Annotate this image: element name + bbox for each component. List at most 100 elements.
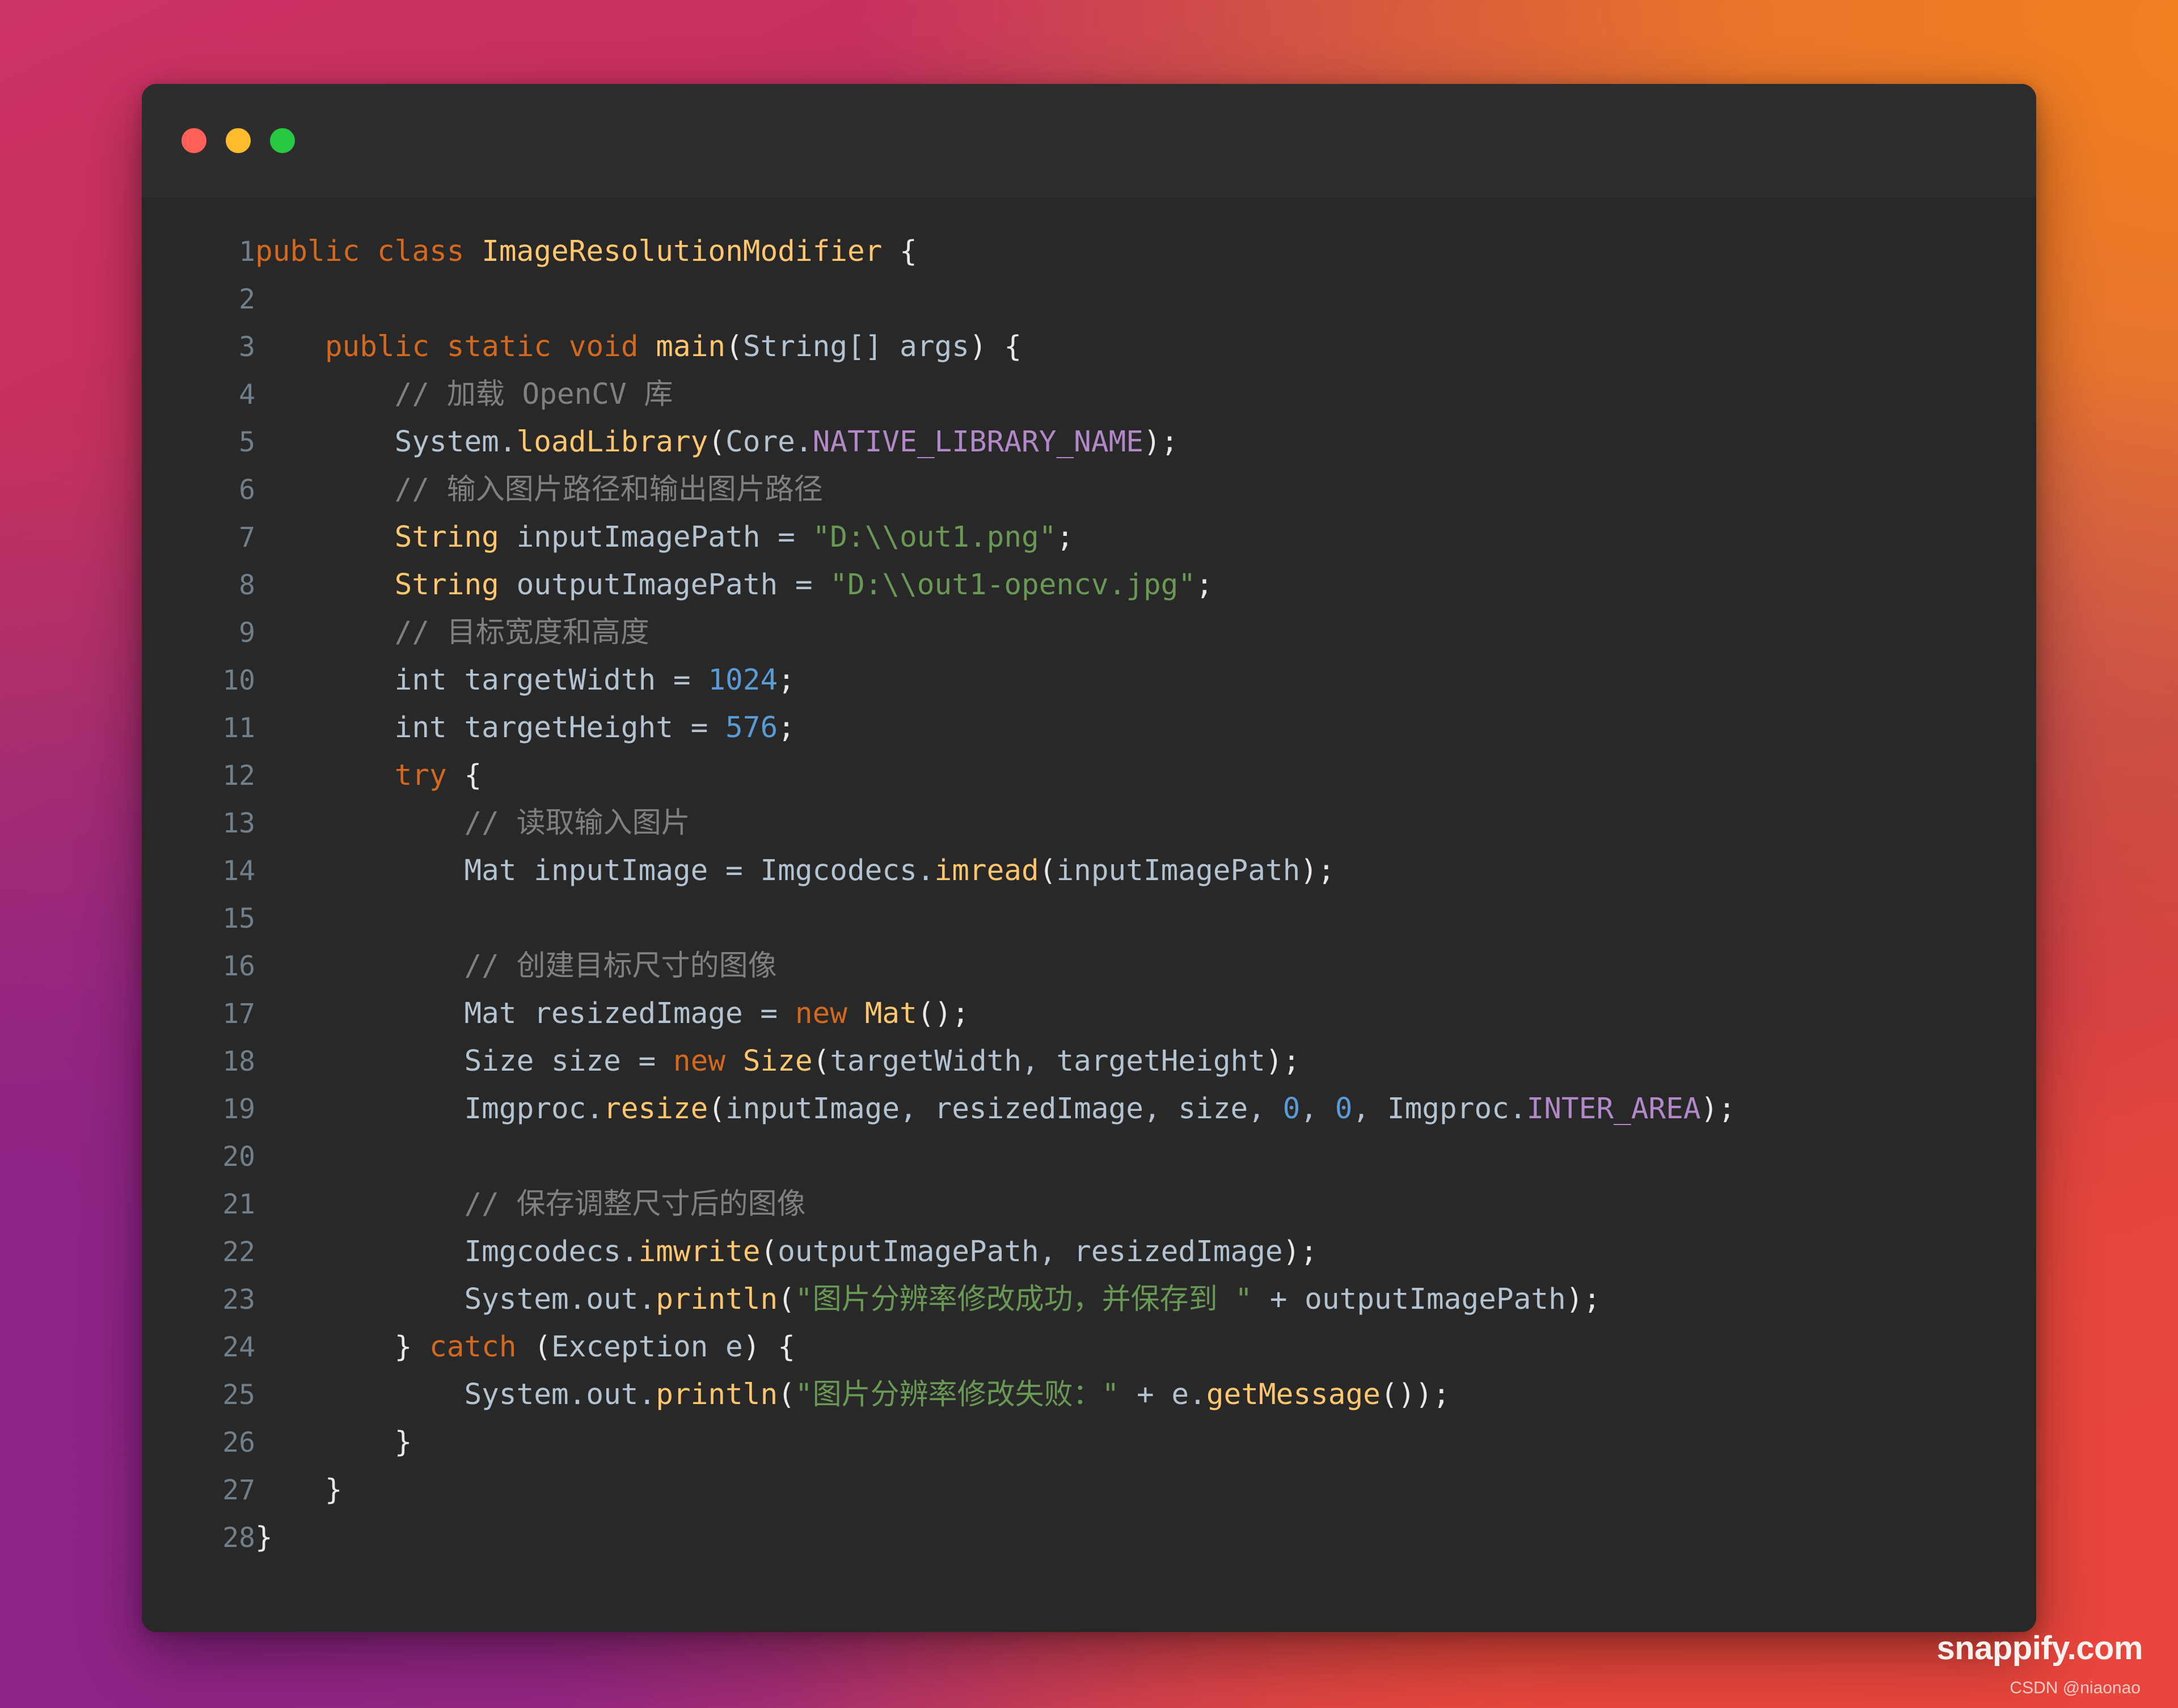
code-line-content[interactable]: // 输入图片路径和输出图片路径 bbox=[255, 466, 2036, 514]
code-line-content[interactable]: String outputImagePath = "D:\\out1-openc… bbox=[255, 561, 2036, 609]
code-line: 15 bbox=[142, 895, 2036, 942]
token-kw: catch bbox=[429, 1330, 517, 1364]
line-number: 27 bbox=[222, 1474, 255, 1506]
token-pun: ; bbox=[778, 663, 795, 697]
token-kw: public bbox=[324, 330, 430, 363]
maximize-button-icon[interactable] bbox=[270, 128, 295, 153]
token-pun: ); bbox=[1282, 1235, 1318, 1269]
line-number: 2 bbox=[239, 284, 255, 315]
code-line-content[interactable]: String inputImagePath = "D:\\out1.png"; bbox=[255, 514, 2036, 561]
token-str: "图片分辨率修改成功，并保存到 " bbox=[795, 1283, 1252, 1316]
code-line-content[interactable]: try { bbox=[255, 752, 2036, 800]
token-pun: ); bbox=[1143, 425, 1179, 459]
code-line-content[interactable]: // 读取输入图片 bbox=[255, 800, 2036, 847]
token-pl: Size size = bbox=[255, 1045, 673, 1078]
close-button-icon[interactable] bbox=[182, 128, 206, 153]
token-pun: { bbox=[446, 759, 482, 792]
code-line-content[interactable]: // 保存调整尺寸后的图像 bbox=[255, 1181, 2036, 1228]
code-line-content[interactable]: } bbox=[255, 1466, 2036, 1514]
code-editor[interactable]: 1 public class ImageResolutionModifier {2… bbox=[142, 197, 2036, 1632]
line-number: 19 bbox=[222, 1093, 255, 1125]
token-pl: System.out. bbox=[255, 1378, 656, 1411]
token-cmt: // 保存调整尺寸后的图像 bbox=[464, 1187, 806, 1221]
token-pun: ); bbox=[1300, 854, 1335, 887]
code-line-content[interactable]: // 目标宽度和高度 bbox=[255, 609, 2036, 657]
line-number: 14 bbox=[222, 855, 255, 887]
line-number: 6 bbox=[239, 474, 255, 506]
line-number: 11 bbox=[222, 712, 255, 744]
code-line: 3 public static void main(String[] args)… bbox=[142, 323, 2036, 371]
code-line-content[interactable]: Imgcodecs.imwrite(outputImagePath, resiz… bbox=[255, 1228, 2036, 1276]
line-number: 3 bbox=[239, 331, 255, 363]
code-line-content[interactable]: // 加载 OpenCV 库 bbox=[255, 371, 2036, 418]
token-pun: } bbox=[255, 1426, 412, 1459]
token-cmt: // 输入图片路径和输出图片路径 bbox=[394, 473, 823, 506]
minimize-button-icon[interactable] bbox=[226, 128, 251, 153]
code-line-content[interactable]: } bbox=[255, 1514, 2036, 1562]
code-line-content[interactable]: public class ImageResolutionModifier { bbox=[255, 228, 2036, 276]
token-pun: ()); bbox=[1380, 1378, 1450, 1411]
code-line-content[interactable]: // 创建目标尺寸的图像 bbox=[255, 942, 2036, 990]
code-line: 24 } catch (Exception e) { bbox=[142, 1324, 2036, 1371]
window-titlebar[interactable] bbox=[142, 84, 2036, 197]
token-pl: Imgcodecs. bbox=[255, 1235, 639, 1269]
code-line: 10 int targetWidth = 1024; bbox=[142, 657, 2036, 704]
token-pl: outputImagePath, resizedImage bbox=[778, 1235, 1283, 1269]
code-line-content[interactable]: Imgproc.resize(inputImage, resizedImage,… bbox=[255, 1085, 2036, 1133]
line-number: 8 bbox=[239, 569, 255, 601]
token-pl: = bbox=[778, 521, 813, 554]
token-pun: ); bbox=[1265, 1045, 1301, 1078]
line-number: 20 bbox=[222, 1141, 255, 1173]
token-pl: , Imgproc. bbox=[1352, 1092, 1527, 1126]
code-line-content[interactable]: System.loadLibrary(Core.NATIVE_LIBRARY_N… bbox=[255, 418, 2036, 466]
line-number: 13 bbox=[222, 808, 255, 839]
token-pl: System. bbox=[255, 425, 517, 459]
token-type: Size bbox=[742, 1045, 813, 1078]
token-cmt: // 目标宽度和高度 bbox=[394, 616, 649, 649]
line-number: 21 bbox=[222, 1189, 255, 1220]
token-pl: String[] args bbox=[742, 330, 969, 363]
code-line-content[interactable]: public static void main(String[] args) { bbox=[255, 323, 2036, 371]
code-line-content[interactable]: Size size = new Size(targetWidth, target… bbox=[255, 1038, 2036, 1085]
code-line-content[interactable]: Mat resizedImage = new Mat(); bbox=[255, 990, 2036, 1038]
code-line-content[interactable] bbox=[255, 895, 2036, 942]
token-pun: ) { bbox=[969, 330, 1022, 363]
code-line-content[interactable]: System.out.println("图片分辨率修改失败：" + e.getM… bbox=[255, 1371, 2036, 1419]
token-fn: main bbox=[656, 330, 726, 363]
token-kw: void bbox=[568, 330, 639, 363]
token-pl: + e. bbox=[1119, 1378, 1206, 1411]
token-type: Mat bbox=[864, 997, 917, 1030]
token-pun: ( bbox=[812, 1045, 830, 1078]
code-line-content[interactable] bbox=[255, 276, 2036, 323]
token-pun: ); bbox=[1700, 1092, 1736, 1126]
code-line: 4 // 加载 OpenCV 库 bbox=[142, 371, 2036, 418]
code-line-content[interactable]: } catch (Exception e) { bbox=[255, 1324, 2036, 1371]
code-line-content[interactable]: Mat inputImage = Imgcodecs.imread(inputI… bbox=[255, 847, 2036, 895]
code-line-content[interactable]: int targetHeight = 576; bbox=[255, 704, 2036, 752]
token-pun: ) { bbox=[742, 1330, 795, 1364]
code-line: 6 // 输入图片路径和输出图片路径 bbox=[142, 466, 2036, 514]
token-pun: { bbox=[882, 235, 917, 268]
code-line-content[interactable]: } bbox=[255, 1419, 2036, 1466]
line-number: 28 bbox=[222, 1522, 255, 1554]
code-line: 14 Mat inputImage = Imgcodecs.imread(inp… bbox=[142, 847, 2036, 895]
token-type: ImageResolutionModifier bbox=[482, 235, 883, 268]
token-fn: imwrite bbox=[638, 1235, 761, 1269]
code-line-content[interactable]: int targetWidth = 1024; bbox=[255, 657, 2036, 704]
token-pun: ( bbox=[778, 1378, 795, 1411]
code-line-content[interactable] bbox=[255, 1133, 2036, 1181]
code-line-content[interactable]: System.out.println("图片分辨率修改成功，并保存到 " + o… bbox=[255, 1276, 2036, 1324]
code-line: 2 bbox=[142, 276, 2036, 323]
line-number: 10 bbox=[222, 665, 255, 696]
